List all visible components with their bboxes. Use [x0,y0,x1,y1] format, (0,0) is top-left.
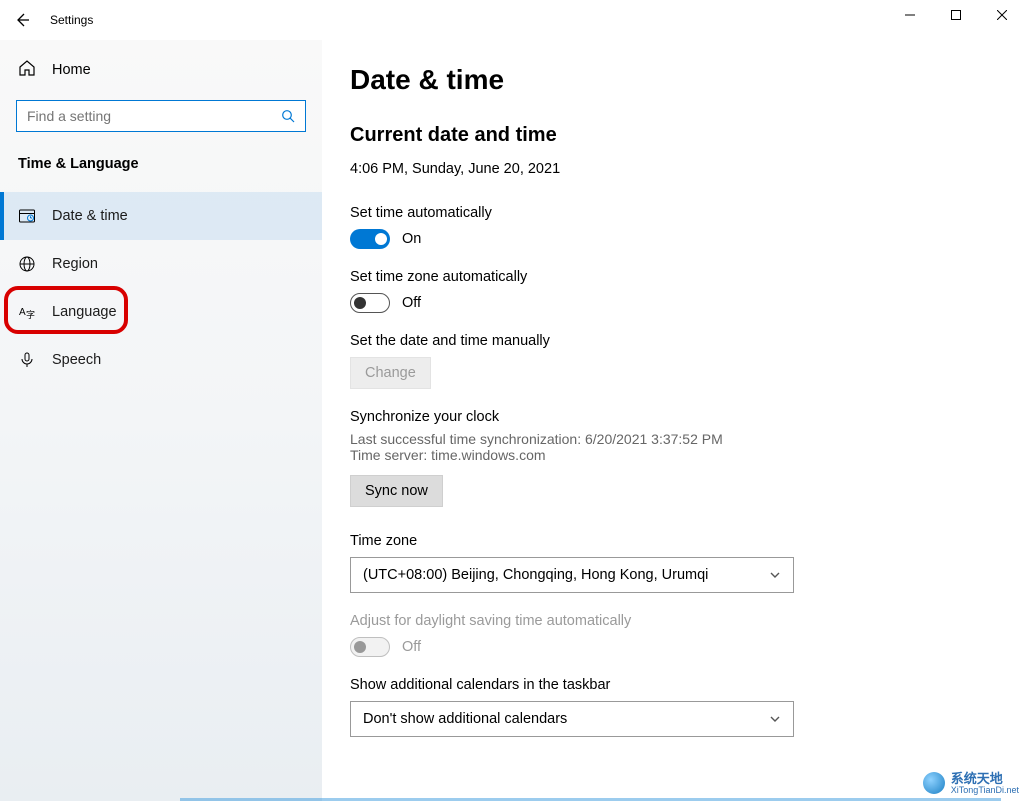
set-time-auto-toggle[interactable] [350,229,390,249]
change-button: Change [350,357,431,389]
search-input[interactable] [27,108,281,124]
chevron-down-icon [769,569,781,581]
sync-heading: Synchronize your clock [350,409,1001,425]
sidebar-item-region[interactable]: Region [0,240,322,288]
svg-text:A: A [19,307,26,318]
sidebar-item-label: Language [52,304,117,320]
watermark-en: XiTongTianDi.net [951,786,1019,795]
current-datetime-heading: Current date and time [350,124,1001,147]
language-icon: A字 [18,303,36,321]
titlebar: Settings [0,0,1025,40]
calendars-value: Don't show additional calendars [363,711,567,727]
maximize-icon [951,10,961,20]
sync-server: Time server: time.windows.com [350,447,1001,463]
watermark-globe-icon [923,772,945,794]
set-time-auto-state: On [402,231,421,247]
sidebar-item-date-time[interactable]: Date & time [0,192,322,240]
sidebar-group-title: Time & Language [0,144,322,182]
date-time-icon [18,207,36,225]
svg-text:字: 字 [26,309,35,320]
manual-set-label: Set the date and time manually [350,333,1001,349]
set-time-auto-label: Set time automatically [350,205,1001,221]
close-icon [997,10,1007,20]
microphone-icon [18,351,36,369]
sidebar: Home Time & Language Date & time Region [0,40,322,801]
sync-now-button[interactable]: Sync now [350,475,443,507]
maximize-button[interactable] [933,0,979,30]
watermark: 系统天地 XiTongTianDi.net [923,772,1019,795]
watermark-cn: 系统天地 [951,772,1019,786]
timezone-label: Time zone [350,533,1001,549]
calendars-select[interactable]: Don't show additional calendars [350,701,794,737]
calendars-label: Show additional calendars in the taskbar [350,677,1001,693]
dst-toggle [350,637,390,657]
globe-icon [18,255,36,273]
sidebar-item-label: Speech [52,352,101,368]
current-datetime-value: 4:06 PM, Sunday, June 20, 2021 [350,161,1001,177]
sidebar-item-speech[interactable]: Speech [0,336,322,384]
sidebar-home-label: Home [52,62,91,78]
dst-state: Off [402,639,421,655]
back-button[interactable] [0,0,44,40]
minimize-button[interactable] [887,0,933,30]
set-tz-auto-label: Set time zone automatically [350,269,1001,285]
window-title: Settings [50,13,93,27]
sidebar-item-label: Region [52,256,98,272]
search-input-wrap[interactable] [16,100,306,132]
sync-last: Last successful time synchronization: 6/… [350,431,1001,447]
sidebar-item-label: Date & time [52,208,128,224]
back-arrow-icon [14,12,30,28]
sidebar-item-language[interactable]: A字 Language [0,288,322,336]
search-icon [281,109,295,123]
close-button[interactable] [979,0,1025,30]
minimize-icon [905,10,915,20]
page-title: Date & time [350,64,1001,96]
chevron-down-icon [769,713,781,725]
set-tz-auto-state: Off [402,295,421,311]
set-tz-auto-toggle[interactable] [350,293,390,313]
content-pane: Date & time Current date and time 4:06 P… [322,40,1025,801]
dst-label: Adjust for daylight saving time automati… [350,613,1001,629]
timezone-select[interactable]: (UTC+08:00) Beijing, Chongqing, Hong Kon… [350,557,794,593]
timezone-value: (UTC+08:00) Beijing, Chongqing, Hong Kon… [363,567,708,583]
sidebar-home[interactable]: Home [0,48,322,92]
home-icon [18,59,36,82]
